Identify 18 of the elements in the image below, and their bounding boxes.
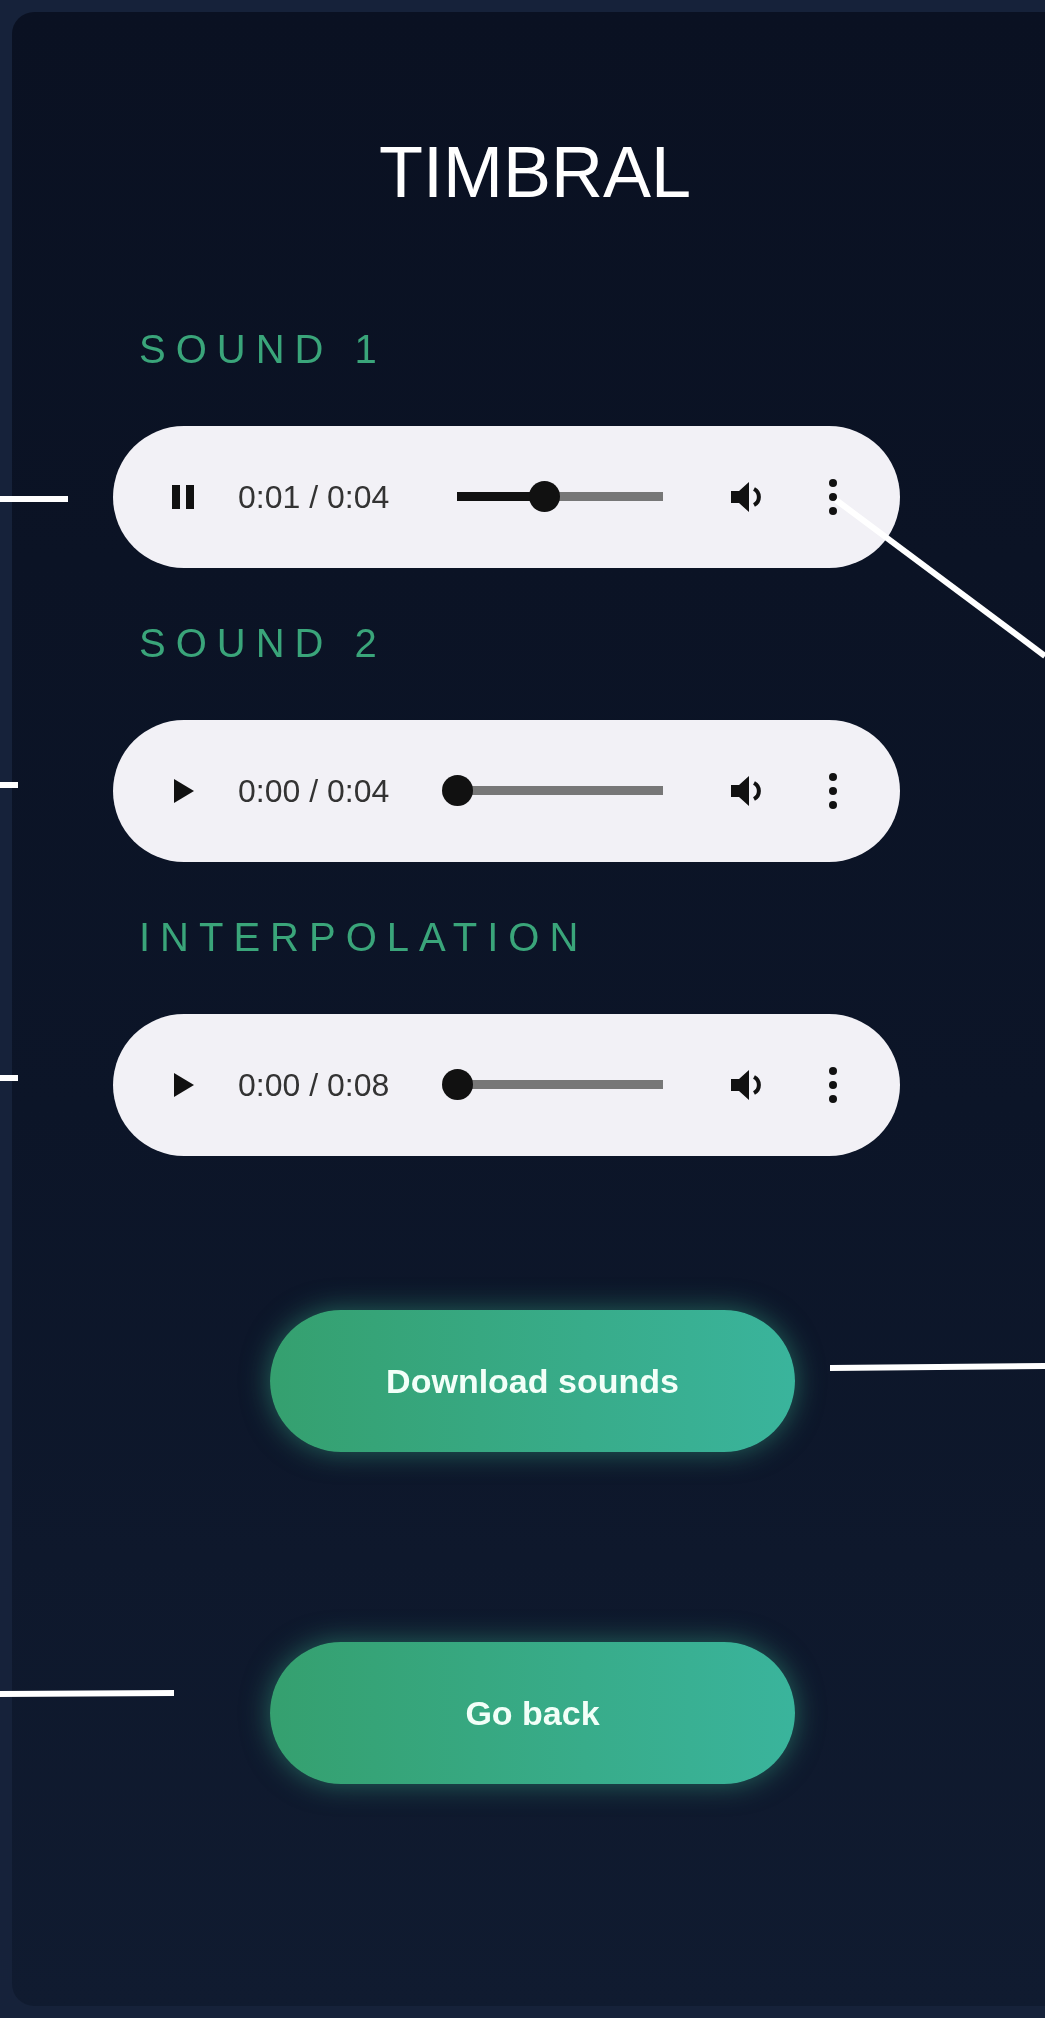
more-options-icon[interactable] — [828, 772, 838, 810]
leader-line — [0, 1075, 18, 1081]
slider-thumb[interactable] — [528, 481, 560, 512]
sound-label: SOUND 2 — [139, 623, 388, 663]
time-display: 0:00 / 0:08 — [238, 1067, 390, 1103]
slider-thumb[interactable] — [442, 1069, 473, 1100]
sound-label: SOUND 1 — [139, 329, 388, 369]
action-button[interactable]: Go back — [270, 1642, 795, 1784]
time-display: 0:00 / 0:04 — [238, 773, 390, 809]
sound-label: INTERPOLATION — [139, 917, 590, 957]
more-options-icon[interactable] — [828, 478, 838, 516]
more-options-icon[interactable] — [828, 1066, 838, 1104]
slider-thumb[interactable] — [442, 775, 473, 806]
action-button[interactable]: Download sounds — [270, 1310, 795, 1452]
leader-line — [0, 782, 18, 788]
app-title: TIMBRAL — [377, 136, 692, 208]
time-display: 0:01 / 0:04 — [238, 479, 390, 515]
leader-line — [0, 496, 68, 502]
